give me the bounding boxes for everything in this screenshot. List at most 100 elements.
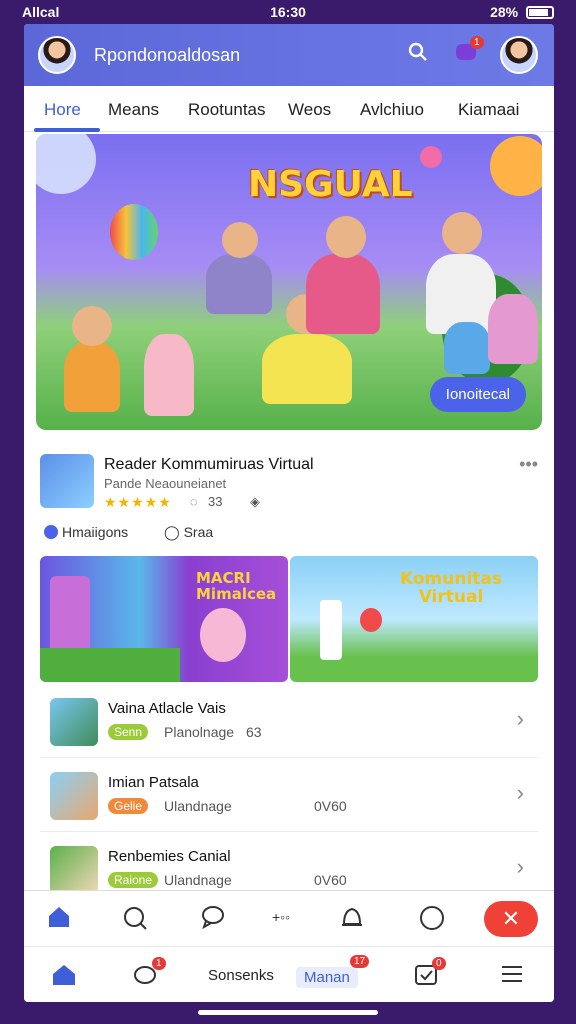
banner-title: Komunitas Virtual (400, 569, 503, 607)
app-title: Rpondonoaldosan (94, 45, 241, 65)
castle-decoration (320, 600, 342, 660)
teddy-bear (144, 334, 194, 416)
item-title: Imian Patsala (108, 774, 199, 791)
sun-decoration (490, 136, 542, 196)
active-tab-indicator (34, 128, 100, 132)
child-figure (206, 254, 272, 314)
battery-icon (526, 6, 554, 19)
item-thumbnail (50, 772, 98, 820)
item-thumbnail (50, 846, 98, 894)
app-frame: Rpondonoaldosan 1 Hore Means Rootuntas W… (24, 24, 554, 1002)
home-indicator[interactable] (198, 1010, 378, 1015)
rating-stars: ★★★★★ (104, 494, 172, 510)
notification-badge: 1 (470, 36, 484, 49)
item-tag: Gelie (108, 798, 149, 814)
nav-main-label[interactable]: Manan (296, 967, 358, 988)
item-title: Renbemies Canial (108, 848, 231, 865)
item-count: 63 (246, 724, 262, 740)
search-icon[interactable] (122, 905, 148, 937)
adult-head (326, 216, 366, 258)
balloon-icon (420, 146, 442, 168)
views-icon: ◌ (190, 494, 198, 509)
balloon-icon (360, 608, 382, 632)
grass-decoration (40, 648, 180, 682)
chevron-right-icon[interactable]: › (517, 780, 524, 806)
hero-cta-button[interactable]: Ionoitecal (429, 377, 526, 412)
nav-tasks-icon[interactable]: 0 (414, 957, 446, 992)
chevron-right-icon[interactable]: › (517, 706, 524, 732)
item-meta: Ulandnage (164, 872, 232, 888)
share-icon[interactable]: ◈ (250, 494, 260, 510)
item-count: 0V60 (314, 798, 347, 814)
user-avatar[interactable] (500, 36, 538, 74)
item-meta: Ulandnage (164, 798, 232, 814)
close-button[interactable]: ✕ (484, 901, 538, 937)
item-tag: Raione (108, 872, 159, 888)
status-bar: Allcal 16:30 28% (0, 0, 576, 24)
tasks-badge: 0 (432, 957, 446, 970)
battery-indicator: 28% (490, 4, 554, 20)
tab-rootuntas[interactable]: Rootuntas (188, 100, 266, 120)
nav-search-label[interactable]: Sonsenks (208, 967, 274, 984)
adult-figure (306, 254, 380, 334)
tab-bar: Hore Means Rootuntas Weos Avlchiuo Kiama… (24, 86, 554, 132)
item-thumbnail (50, 698, 98, 746)
banner-title: MACRI Mimalcea (196, 569, 277, 603)
chat-badge: 1 (152, 957, 166, 970)
comment-icon: ◯ (164, 524, 184, 540)
child-figure (444, 322, 490, 374)
item-meta: Planolnage (164, 724, 235, 740)
banner-row: MACRI Mimalcea Komunitas Virtual (40, 556, 538, 682)
menu-icon[interactable] (500, 963, 524, 990)
chip-sraa[interactable]: ◯ Sraa (164, 524, 213, 541)
chip-label: Hmaiigons (62, 524, 129, 540)
tab-home[interactable]: Hore (44, 100, 81, 120)
app-header: Rpondonoaldosan 1 (24, 24, 554, 86)
moon-decoration (36, 134, 96, 194)
featured-title: Reader Kommumiruas Virtual (104, 456, 314, 473)
chip-hmaiigons[interactable]: Hmaiigons (44, 524, 128, 540)
views-count: 33 (208, 494, 223, 509)
bottom-navigation: 1 Sonsenks Manan 17 0 (24, 946, 554, 1002)
main-badge: 17 (350, 955, 370, 968)
featured-thumbnail (40, 454, 94, 508)
item-count: 0V60 (314, 872, 347, 888)
item-title: Vaina Atlacle Vais (108, 700, 226, 717)
tab-weos[interactable]: Weos (288, 100, 331, 120)
banner-komunitas[interactable]: Komunitas Virtual (290, 556, 538, 682)
adult-figure (262, 334, 352, 404)
child-head (222, 222, 258, 258)
chat-icon[interactable] (200, 905, 226, 935)
list-item[interactable]: Vaina Atlacle Vais Senn Planolnage 63 › (40, 684, 538, 758)
hero-banner[interactable]: NSGUAL Ionoitecal (36, 134, 542, 430)
nav-home-icon[interactable] (50, 963, 78, 992)
home-icon[interactable] (46, 905, 72, 935)
tab-kiamaai[interactable]: Kiamaai (458, 100, 519, 120)
battery-percent: 28% (490, 4, 519, 20)
child-figure (64, 342, 120, 412)
featured-subtitle: Pande Neaouneianet (104, 476, 227, 491)
favorite-icon[interactable] (418, 905, 446, 937)
search-icon[interactable] (408, 42, 428, 68)
bell-icon[interactable] (340, 905, 364, 937)
featured-card-header[interactable]: Reader Kommumiruas Virtual Pande Neaoune… (40, 454, 540, 514)
list-item[interactable]: Imian Patsala Gelie Ulandnage 0V60 › (40, 758, 538, 832)
teddy-bear (200, 608, 246, 662)
action-toolbar: +◦◦ ✕ (24, 890, 554, 946)
chevron-right-icon[interactable]: › (517, 854, 524, 880)
child-head (72, 306, 112, 346)
content-list: Vaina Atlacle Vais Senn Planolnage 63 › … (40, 684, 538, 914)
check-icon (44, 525, 58, 539)
add-icon[interactable]: +◦◦ (272, 909, 290, 925)
chip-label: Sraa (183, 524, 214, 540)
balloon-icon (110, 204, 158, 260)
banner-macri[interactable]: MACRI Mimalcea (40, 556, 288, 682)
more-options-icon[interactable]: ••• (519, 454, 538, 475)
nav-chat-icon[interactable]: 1 (132, 957, 166, 992)
tab-avlchiuo[interactable]: Avlchiuo (360, 100, 424, 120)
profile-avatar[interactable] (38, 36, 76, 74)
hero-headline: NSGUAL (248, 164, 413, 205)
notifications-icon[interactable]: 1 (454, 36, 484, 70)
teddy-bear (488, 294, 538, 364)
tab-means[interactable]: Means (108, 100, 159, 120)
